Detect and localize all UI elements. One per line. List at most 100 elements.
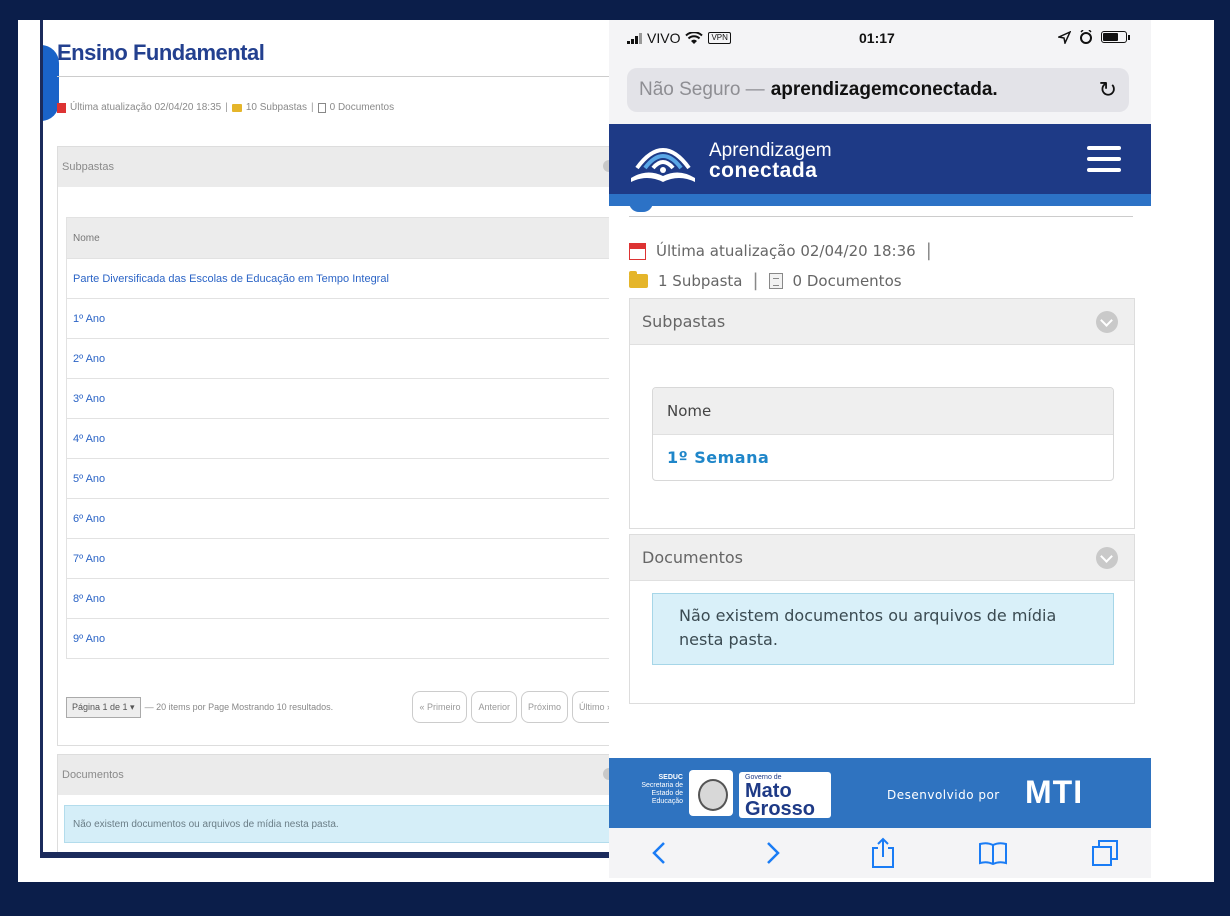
seduc-label: SEDUC Secretaria de Estado de Educação — [641, 774, 683, 805]
chevron-right-icon — [767, 842, 780, 864]
book-icon — [979, 842, 1007, 865]
table-row[interactable]: 7º Ano — [67, 538, 618, 578]
mti-logo[interactable]: MTI — [1025, 774, 1083, 811]
documentos-title: Documentos — [62, 769, 124, 781]
folder-icon — [629, 271, 648, 288]
pagination-info: — 20 items por Page Mostrando 10 resulta… — [144, 702, 334, 712]
safari-toolbar — [609, 828, 1151, 878]
status-bar: VIVO VPN 01:17 — [609, 20, 1151, 58]
reload-icon[interactable]: ↻ — [1099, 77, 1117, 103]
security-label: Não Seguro — — [639, 79, 765, 100]
document-icon — [317, 102, 326, 113]
calendar-icon — [57, 102, 66, 113]
chevron-down-icon[interactable] — [1096, 311, 1118, 333]
battery-icon — [1101, 31, 1130, 43]
page-select[interactable]: Página 1 de 1 ▾ — [66, 696, 141, 718]
table-row[interactable]: 1º Ano — [67, 298, 618, 338]
wifi-icon — [685, 31, 704, 44]
chevron-left-icon — [652, 842, 665, 864]
header-strip — [609, 194, 1151, 206]
vpn-badge: VPN — [708, 32, 731, 44]
share-button[interactable] — [863, 836, 903, 870]
pagination-buttons: « Primeiro Anterior Próximo Último » — [412, 691, 619, 723]
forward-button[interactable] — [753, 836, 793, 870]
calendar-icon — [629, 242, 646, 260]
subfolders-table: Nome 1º Semana — [652, 387, 1114, 481]
state-crest-icon — [689, 770, 733, 816]
folder-meta: Última atualização 02/04/20 18:36 | 1 Su… — [629, 236, 932, 296]
site-header: Aprendizagem conectada — [609, 124, 1151, 194]
table-row[interactable]: 3º Ano — [67, 378, 618, 418]
tabs-button[interactable] — [1085, 836, 1125, 870]
meta-updated: Última atualização 02/04/20 18:35 — [70, 102, 222, 113]
bookmarks-button[interactable] — [973, 836, 1013, 870]
menu-icon[interactable] — [1087, 146, 1121, 172]
empty-documents-alert: Não existem documentos ou arquivos de mí… — [64, 805, 619, 843]
carrier-name: VIVO — [647, 30, 681, 46]
pagination: Página 1 de 1 ▾ — 20 items por Page Most… — [66, 687, 619, 727]
meta-folders: 1 Subpasta — [658, 272, 743, 290]
table-header: Nome — [653, 388, 1113, 434]
developed-by-label: Desenvolvido por — [887, 788, 1000, 802]
subfolders-table: Nome Parte Diversificada das Escolas de … — [66, 217, 619, 659]
screenshot-frame: Ensino Fundamental Última atualização 02… — [18, 20, 1214, 882]
address-bar-container: Não Seguro — aprendizagemconectada. ↻ — [609, 58, 1151, 124]
documentos-header[interactable]: Documentos — [630, 535, 1134, 581]
bottom-border — [43, 852, 626, 858]
subpastas-header[interactable]: Subpastas — [58, 147, 625, 187]
table-row[interactable]: 6º Ano — [67, 498, 618, 538]
meta-docs: 0 Documentos — [329, 102, 395, 113]
table-row[interactable]: 1º Semana — [653, 434, 1113, 480]
empty-documents-alert: Não existem documentos ou arquivos de mí… — [652, 593, 1114, 665]
table-row[interactable]: 8º Ano — [67, 578, 618, 618]
table-row[interactable]: 4º Ano — [67, 418, 618, 458]
table-row[interactable]: Parte Diversificada das Escolas de Educa… — [67, 258, 618, 298]
next-page-button[interactable]: Próximo — [520, 691, 568, 723]
subpastas-panel: Subpastas Nome 1º Semana — [629, 298, 1135, 529]
folder-meta: Última atualização 02/04/20 18:35 | 10 S… — [57, 102, 394, 113]
folder-icon — [231, 103, 242, 112]
signal-icon — [627, 32, 642, 44]
documentos-panel: Documentos Não existem documentos ou arq… — [629, 534, 1135, 704]
table-row[interactable]: 5º Ano — [67, 458, 618, 498]
strip-accent — [629, 202, 653, 212]
previous-page-button[interactable]: Anterior — [471, 691, 517, 723]
url-domain: aprendizagemconectada. — [770, 79, 998, 100]
tabs-icon — [1092, 840, 1118, 866]
meta-separator: | — [752, 270, 759, 291]
table-header: Nome — [67, 218, 618, 258]
table-row[interactable]: 2º Ano — [67, 338, 618, 378]
meta-docs: 0 Documentos — [792, 272, 902, 290]
subpastas-title: Subpastas — [642, 312, 726, 331]
page-title: Ensino Fundamental — [57, 40, 265, 65]
clock: 01:17 — [859, 30, 895, 46]
documentos-header[interactable]: Documentos — [58, 755, 625, 795]
meta-separator: | — [311, 102, 314, 113]
logo-line1: Aprendizagem — [709, 140, 832, 161]
chevron-down-icon[interactable] — [1096, 547, 1118, 569]
government-logo[interactable]: Governo de Mato Grosso — [739, 772, 831, 819]
subpastas-panel: Subpastas Nome Parte Diversificada das E… — [57, 146, 626, 746]
meta-updated: Última atualização 02/04/20 18:36 — [656, 242, 916, 260]
documentos-panel: Documentos Não existem documentos ou arq… — [57, 754, 626, 858]
first-page-button[interactable]: « Primeiro — [412, 691, 468, 723]
subpastas-header[interactable]: Subpastas — [630, 299, 1134, 345]
meta-folders: 10 Subpastas — [245, 102, 307, 113]
site-footer: SEDUC Secretaria de Estado de Educação G… — [609, 758, 1151, 828]
site-logo[interactable]: Aprendizagem conectada — [627, 138, 832, 184]
table-row[interactable]: 9º Ano — [67, 618, 618, 658]
document-icon — [768, 273, 783, 289]
meta-separator: | — [225, 102, 228, 113]
title-divider — [57, 76, 626, 77]
desktop-screenshot: Ensino Fundamental Última atualização 02… — [40, 20, 626, 858]
book-wifi-icon — [631, 148, 695, 182]
mobile-screenshot: VIVO VPN 01:17 Não Seguro — aprendizagem… — [609, 20, 1151, 878]
alarm-icon — [1080, 30, 1092, 44]
back-button[interactable] — [639, 836, 679, 870]
subpastas-title: Subpastas — [62, 161, 114, 173]
address-bar[interactable]: Não Seguro — aprendizagemconectada. ↻ — [627, 68, 1129, 112]
share-icon — [872, 837, 894, 868]
meta-separator: | — [925, 240, 932, 261]
title-divider — [629, 216, 1133, 217]
documentos-title: Documentos — [642, 548, 744, 567]
